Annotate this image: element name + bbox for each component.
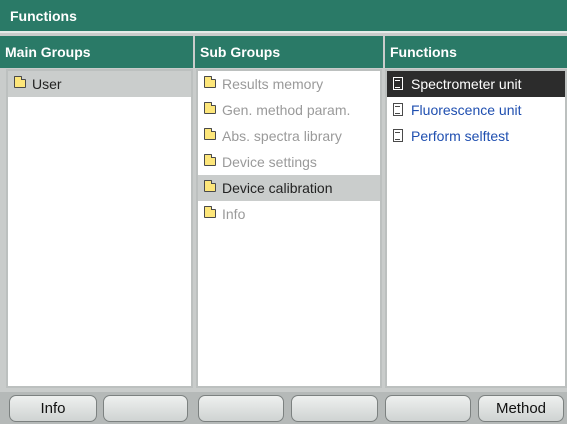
softkey-3[interactable] <box>198 395 284 422</box>
sub-group-item-device-calibration[interactable]: Device calibration <box>198 175 380 201</box>
folder-icon <box>203 102 216 114</box>
functions-list: Spectrometer unit Fluorescence unit Perf… <box>385 69 567 388</box>
method-softkey[interactable]: Method <box>478 395 564 422</box>
info-softkey[interactable]: Info <box>9 395 97 422</box>
list-item-label: Fluorescence unit <box>411 102 522 118</box>
document-icon <box>393 103 403 116</box>
function-item-spectrometer-unit[interactable]: Spectrometer unit <box>387 71 565 97</box>
sub-group-item-abs-spectra-library[interactable]: Abs. spectra library <box>198 123 380 149</box>
list-item-label: Device settings <box>222 154 317 170</box>
document-icon <box>393 77 403 90</box>
list-item-label: Abs. spectra library <box>222 128 342 144</box>
list-item-label: Spectrometer unit <box>411 76 522 92</box>
main-groups-header: Main Groups <box>0 36 193 68</box>
list-item-label: Perform selftest <box>411 128 510 144</box>
list-item-label: Results memory <box>222 76 324 92</box>
folder-icon <box>203 154 216 166</box>
sub-group-item-gen-method-param[interactable]: Gen. method param. <box>198 97 380 123</box>
folder-icon <box>203 206 216 218</box>
functions-header: Functions <box>385 36 567 68</box>
list-item-label: Info <box>222 206 246 222</box>
sub-group-item-info[interactable]: Info <box>198 201 380 227</box>
softkey-bar: Info Method <box>0 392 567 424</box>
folder-icon <box>203 76 216 88</box>
function-item-perform-selftest[interactable]: Perform selftest <box>387 123 565 149</box>
main-groups-list: User <box>6 69 193 388</box>
list-item-label: Gen. method param. <box>222 102 351 118</box>
sub-groups-list: Results memory Gen. method param. Abs. s… <box>196 69 382 388</box>
folder-open-icon <box>203 180 216 192</box>
softkey-5[interactable] <box>385 395 471 422</box>
title-bar: Functions <box>0 0 567 33</box>
list-item-label: Device calibration <box>222 180 333 196</box>
window-title: Functions <box>10 8 77 24</box>
list-item-label: User <box>32 76 62 92</box>
sub-groups-header-label: Sub Groups <box>200 44 281 60</box>
functions-header-label: Functions <box>390 44 457 60</box>
main-groups-header-label: Main Groups <box>5 44 91 60</box>
folder-icon <box>13 76 26 88</box>
document-icon <box>393 129 403 142</box>
sub-groups-header: Sub Groups <box>195 36 383 68</box>
softkey-2[interactable] <box>103 395 188 422</box>
folder-icon <box>203 128 216 140</box>
sub-group-item-results-memory[interactable]: Results memory <box>198 71 380 97</box>
main-group-item-user[interactable]: User <box>8 71 191 97</box>
sub-group-item-device-settings[interactable]: Device settings <box>198 149 380 175</box>
softkey-4[interactable] <box>291 395 378 422</box>
function-item-fluorescence-unit[interactable]: Fluorescence unit <box>387 97 565 123</box>
